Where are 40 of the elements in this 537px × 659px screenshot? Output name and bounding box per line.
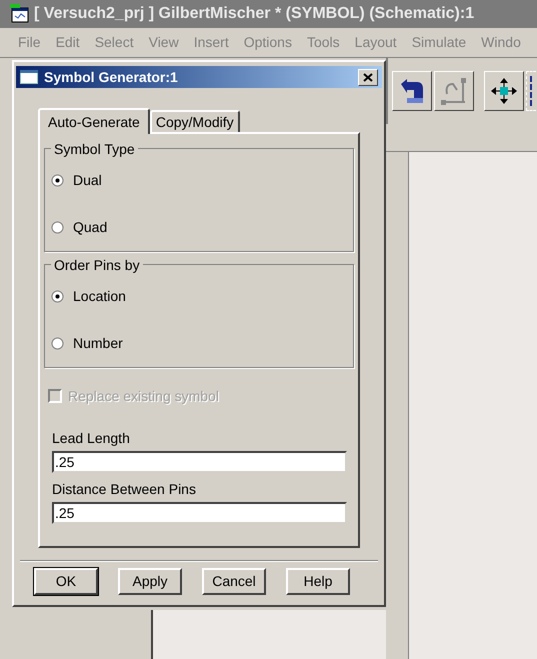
radio-button[interactable] <box>51 337 64 350</box>
input-field[interactable]: .25 <box>52 502 347 524</box>
dialog-button[interactable]: OK <box>34 568 98 595</box>
menu-item[interactable]: Simulate <box>412 32 466 53</box>
select-button[interactable] <box>526 71 536 111</box>
wire-tool-button[interactable] <box>434 71 474 111</box>
radio-label: Quad <box>73 218 108 237</box>
menu-item[interactable]: Insert <box>194 32 229 53</box>
dialog-title: Symbol Generator:1 <box>44 68 179 87</box>
undo-button[interactable] <box>392 71 432 111</box>
dialog-button[interactable]: Apply <box>118 568 182 595</box>
close-icon <box>363 72 373 82</box>
dialog-button[interactable]: Cancel <box>202 568 266 595</box>
menu-item[interactable]: Options <box>244 32 292 53</box>
input-field[interactable]: .25 <box>52 451 347 473</box>
window-title: [ Versuch2_prj ] GilbertMischer * (SYMBOL) (Schematic):1 <box>34 4 474 24</box>
menu-item[interactable]: Windo <box>481 32 521 53</box>
radio-label: Location <box>73 287 126 306</box>
menu-item[interactable]: File <box>18 32 41 53</box>
radio-button[interactable] <box>51 221 64 234</box>
move-button[interactable] <box>484 71 524 111</box>
radio-button[interactable] <box>51 174 64 187</box>
menu-item[interactable]: Tools <box>306 32 340 53</box>
wire-icon <box>439 76 469 106</box>
menu-item[interactable]: Edit <box>56 32 80 53</box>
window-icon <box>20 70 38 84</box>
tab[interactable]: Auto-Generate <box>38 108 150 134</box>
move-arrows-icon <box>489 76 519 106</box>
radio-label: Dual <box>73 171 102 190</box>
close-button[interactable] <box>358 68 378 86</box>
field-label: Distance Between Pins <box>52 480 197 499</box>
radio-button[interactable] <box>51 290 64 303</box>
radio-label: Number <box>73 334 123 353</box>
dialog-button[interactable]: Help <box>286 568 350 595</box>
tab[interactable]: Copy/Modify <box>150 110 240 132</box>
field-label: Lead Length <box>52 429 131 448</box>
app-icon <box>10 4 30 24</box>
menu-item[interactable]: View <box>148 32 179 53</box>
menu-item[interactable]: Layout <box>354 32 397 53</box>
menu-item[interactable]: Select <box>94 32 134 53</box>
